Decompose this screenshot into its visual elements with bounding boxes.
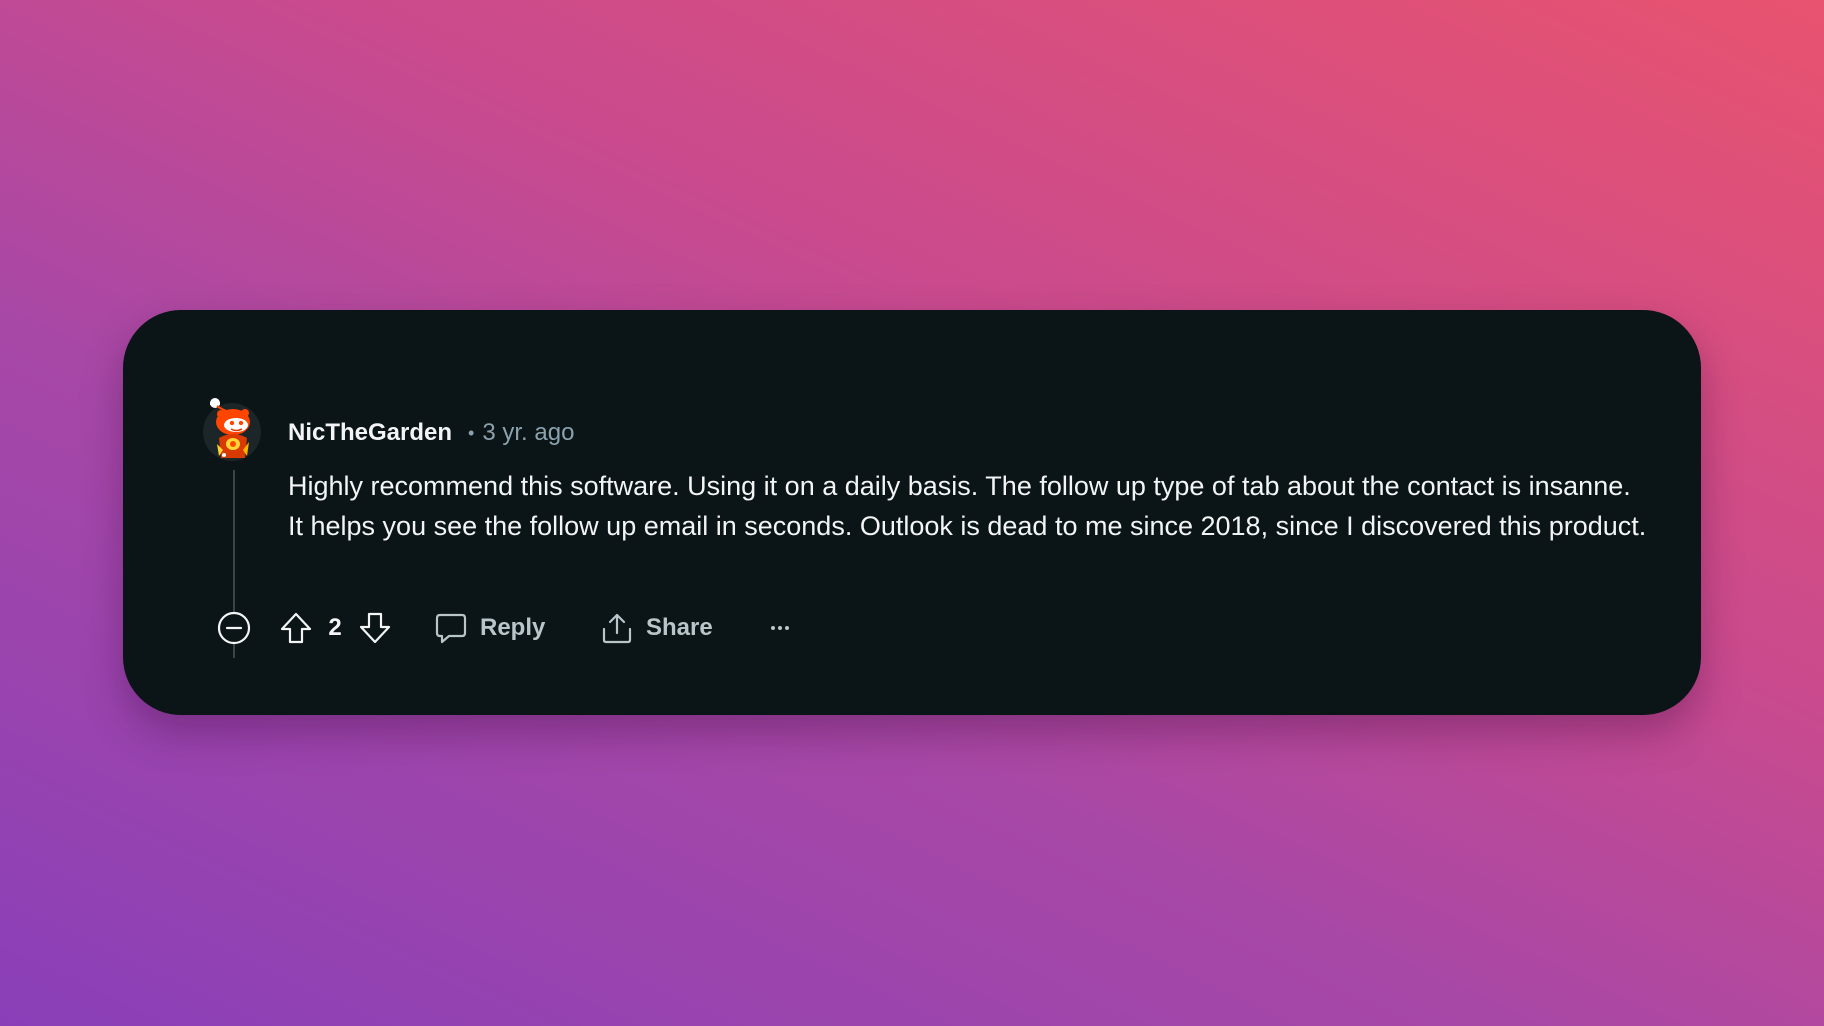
- upvote-button[interactable]: [279, 605, 313, 651]
- reply-label: Reply: [480, 614, 546, 641]
- more-options-button[interactable]: [768, 605, 792, 651]
- downvote-button[interactable]: [358, 605, 392, 651]
- collapse-thread-button[interactable]: [217, 605, 251, 651]
- speech-bubble-icon: [434, 611, 468, 645]
- comment-body: Highly recommend this software. Using it…: [288, 471, 1647, 541]
- share-button[interactable]: Share: [600, 605, 713, 651]
- comment-meta: NicTheGarden • 3 yr. ago: [288, 418, 574, 448]
- meta-separator: •: [468, 422, 475, 443]
- reply-button[interactable]: Reply: [434, 605, 545, 651]
- comment-actions: 2 Reply Share: [0, 605, 1824, 651]
- author-username[interactable]: NicTheGarden: [288, 419, 452, 447]
- share-upload-icon: [600, 611, 634, 645]
- user-avatar[interactable]: [201, 398, 263, 462]
- snoo-avatar-icon: [203, 398, 261, 461]
- minus-circle-icon: [217, 611, 251, 645]
- comment-timestamp[interactable]: 3 yr. ago: [482, 419, 574, 447]
- arrow-down-icon: [358, 611, 392, 645]
- vote-score: 2: [328, 614, 342, 641]
- share-label: Share: [646, 614, 713, 641]
- arrow-up-icon: [279, 611, 313, 645]
- ellipsis-icon: [768, 616, 792, 640]
